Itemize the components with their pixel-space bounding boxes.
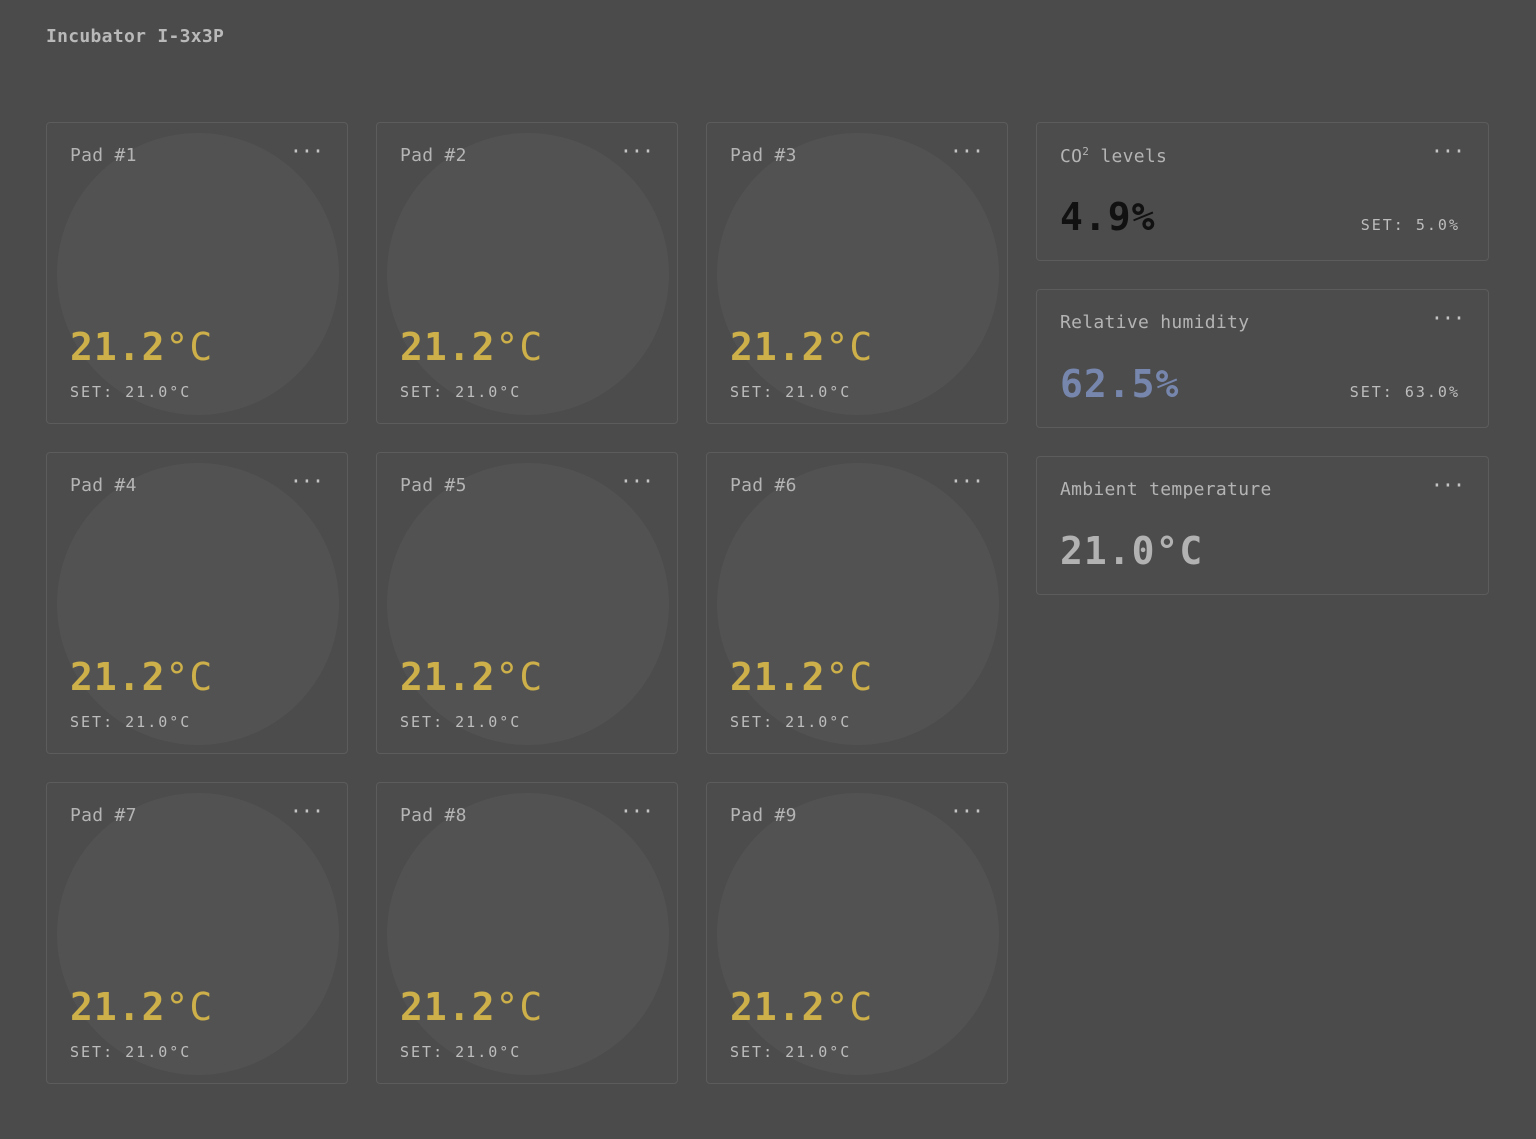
pad-circle bbox=[57, 793, 339, 1075]
pad-card-5[interactable]: Pad #5 ··· 21.2°C SET: 21.0°C bbox=[376, 452, 678, 754]
co2-setpoint: SET: 5.0% bbox=[1360, 216, 1460, 234]
more-horizontal-icon[interactable]: ··· bbox=[620, 801, 654, 821]
pad-setpoint: SET: 21.0°C bbox=[400, 383, 522, 401]
humidity-title: Relative humidity bbox=[1060, 312, 1250, 333]
pad-setpoint: SET: 21.0°C bbox=[400, 1043, 522, 1061]
pad-temperature: 21.2°C bbox=[730, 985, 874, 1029]
pad-setpoint: SET: 21.0°C bbox=[70, 1043, 192, 1061]
more-horizontal-icon[interactable]: ··· bbox=[950, 141, 984, 161]
humidity-value: 62.5% bbox=[1060, 362, 1180, 406]
more-horizontal-icon[interactable]: ··· bbox=[620, 141, 654, 161]
pad-title: Pad #3 bbox=[730, 145, 797, 166]
pad-circle bbox=[387, 463, 669, 745]
more-horizontal-icon[interactable]: ··· bbox=[950, 801, 984, 821]
pad-card-3[interactable]: Pad #3 ··· 21.2°C SET: 21.0°C bbox=[706, 122, 1008, 424]
pad-title: Pad #5 bbox=[400, 475, 467, 496]
pad-circle bbox=[717, 463, 999, 745]
pad-title: Pad #7 bbox=[70, 805, 137, 826]
pad-card-7[interactable]: Pad #7 ··· 21.2°C SET: 21.0°C bbox=[46, 782, 348, 1084]
pad-title: Pad #4 bbox=[70, 475, 137, 496]
more-horizontal-icon[interactable]: ··· bbox=[620, 471, 654, 491]
co2-value: 4.9% bbox=[1060, 195, 1156, 239]
pad-title: Pad #9 bbox=[730, 805, 797, 826]
page-title: Incubator I-3x3P bbox=[46, 26, 225, 47]
pad-title: Pad #1 bbox=[70, 145, 137, 166]
pad-temperature: 21.2°C bbox=[70, 985, 214, 1029]
ambient-title: Ambient temperature bbox=[1060, 479, 1272, 500]
pad-card-9[interactable]: Pad #9 ··· 21.2°C SET: 21.0°C bbox=[706, 782, 1008, 1084]
more-horizontal-icon[interactable]: ··· bbox=[290, 801, 324, 821]
co2-card[interactable]: CO2 levels ··· 4.9% SET: 5.0% bbox=[1036, 122, 1489, 261]
incubator-dashboard: Incubator I-3x3P Pad #1 ··· 21.2°C SET: … bbox=[0, 0, 1536, 1139]
pad-temperature: 21.2°C bbox=[400, 985, 544, 1029]
humidity-setpoint: SET: 63.0% bbox=[1349, 383, 1460, 401]
pad-setpoint: SET: 21.0°C bbox=[400, 713, 522, 731]
pad-title: Pad #8 bbox=[400, 805, 467, 826]
pad-circle bbox=[717, 133, 999, 415]
more-horizontal-icon[interactable]: ··· bbox=[290, 141, 324, 161]
pad-temperature: 21.2°C bbox=[70, 655, 214, 699]
co2-title: CO2 levels bbox=[1060, 145, 1168, 167]
pad-circle bbox=[387, 793, 669, 1075]
pad-temperature: 21.2°C bbox=[400, 325, 544, 369]
pad-circle bbox=[57, 133, 339, 415]
pad-temperature: 21.2°C bbox=[70, 325, 214, 369]
pad-circle bbox=[57, 463, 339, 745]
pad-setpoint: SET: 21.0°C bbox=[730, 383, 852, 401]
pad-card-8[interactable]: Pad #8 ··· 21.2°C SET: 21.0°C bbox=[376, 782, 678, 1084]
pad-card-2[interactable]: Pad #2 ··· 21.2°C SET: 21.0°C bbox=[376, 122, 678, 424]
more-horizontal-icon[interactable]: ··· bbox=[290, 471, 324, 491]
pad-title: Pad #2 bbox=[400, 145, 467, 166]
pad-circle bbox=[387, 133, 669, 415]
pad-temperature: 21.2°C bbox=[400, 655, 544, 699]
more-horizontal-icon[interactable]: ··· bbox=[950, 471, 984, 491]
pad-setpoint: SET: 21.0°C bbox=[70, 713, 192, 731]
pad-grid: Pad #1 ··· 21.2°C SET: 21.0°C Pad #2 ···… bbox=[46, 122, 1008, 1084]
pad-card-1[interactable]: Pad #1 ··· 21.2°C SET: 21.0°C bbox=[46, 122, 348, 424]
pad-card-6[interactable]: Pad #6 ··· 21.2°C SET: 21.0°C bbox=[706, 452, 1008, 754]
more-horizontal-icon[interactable]: ··· bbox=[1431, 141, 1465, 161]
pad-setpoint: SET: 21.0°C bbox=[730, 713, 852, 731]
pad-title: Pad #6 bbox=[730, 475, 797, 496]
pad-card-4[interactable]: Pad #4 ··· 21.2°C SET: 21.0°C bbox=[46, 452, 348, 754]
pad-temperature: 21.2°C bbox=[730, 325, 874, 369]
humidity-card[interactable]: Relative humidity ··· 62.5% SET: 63.0% bbox=[1036, 289, 1489, 428]
pad-setpoint: SET: 21.0°C bbox=[730, 1043, 852, 1061]
ambient-value: 21.0°C bbox=[1060, 529, 1204, 573]
more-horizontal-icon[interactable]: ··· bbox=[1431, 475, 1465, 495]
sensor-column: CO2 levels ··· 4.9% SET: 5.0% Relative h… bbox=[1036, 122, 1489, 623]
ambient-temperature-card[interactable]: Ambient temperature ··· 21.0°C bbox=[1036, 456, 1489, 595]
pad-temperature: 21.2°C bbox=[730, 655, 874, 699]
pad-circle bbox=[717, 793, 999, 1075]
pad-setpoint: SET: 21.0°C bbox=[70, 383, 192, 401]
more-horizontal-icon[interactable]: ··· bbox=[1431, 308, 1465, 328]
